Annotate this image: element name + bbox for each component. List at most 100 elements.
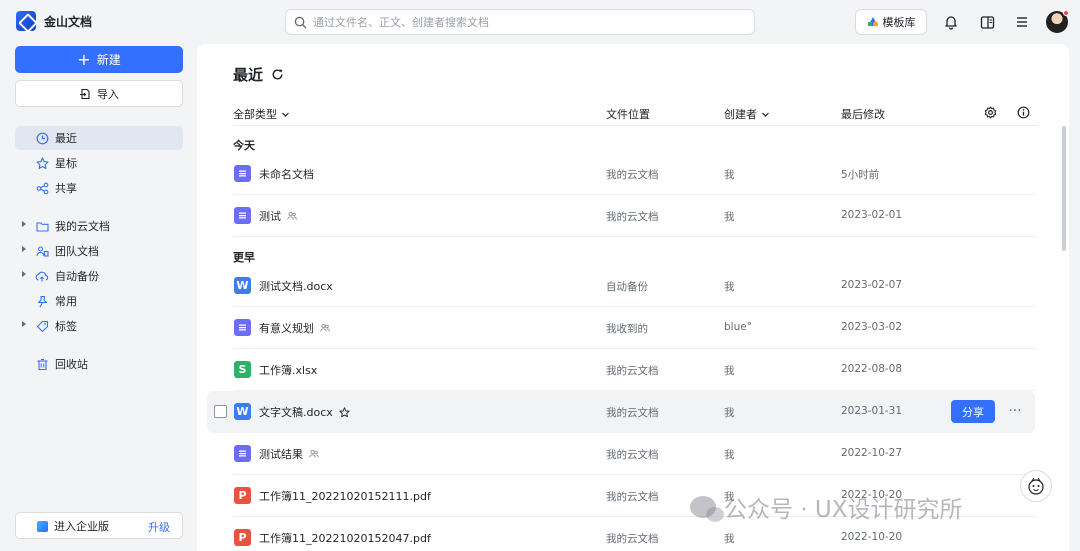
logo-mark-icon: [16, 11, 36, 31]
sidebar-item-label: 共享: [55, 182, 77, 195]
file-name[interactable]: 未命名文档: [259, 166, 314, 182]
star-icon: [35, 156, 49, 170]
template-library-button[interactable]: 模板库: [855, 9, 927, 35]
sidebar-item-label: 自动备份: [55, 270, 99, 283]
search-box[interactable]: [285, 9, 755, 35]
sidebar-item-shared[interactable]: 共享: [15, 176, 183, 200]
sheet-file-icon: S: [234, 361, 251, 378]
import-icon: [80, 88, 90, 99]
file-row[interactable]: S 工作簿.xlsx 我的云文档 我 2022-08-08: [207, 349, 1035, 391]
refresh-icon[interactable]: [271, 68, 284, 81]
cloud-backup-icon: [35, 269, 49, 283]
share-button[interactable]: 分享: [951, 400, 995, 423]
user-avatar[interactable]: [1046, 10, 1069, 33]
sidebar-item-trash[interactable]: 回收站: [15, 352, 183, 376]
file-location: 我的云文档: [606, 169, 659, 181]
file-row[interactable]: W 测试文档.docx 自动备份 我 2023-02-07: [207, 265, 1035, 307]
file-name-text: 未命名文档: [259, 168, 314, 181]
sidebar-item-team-docs[interactable]: 团队文档: [15, 239, 183, 263]
search-icon: [294, 16, 307, 28]
sidebar-item-starred[interactable]: 星标: [15, 151, 183, 175]
file-row[interactable]: ≡ 测试 我的云文档 我 2023-02-01: [207, 195, 1035, 237]
more-options-icon[interactable]: ···: [1005, 401, 1025, 421]
file-location: 我的云文档: [606, 491, 659, 503]
sidebar-item-my-cloud-docs[interactable]: 我的云文档: [15, 214, 183, 238]
file-location: 我的云文档: [606, 533, 659, 545]
file-name[interactable]: 文字文稿.docx: [259, 404, 350, 420]
file-name[interactable]: 工作簿11_20221020152111.pdf: [259, 488, 431, 504]
file-creator: 我: [724, 281, 735, 293]
settings-gear-icon[interactable]: [984, 106, 997, 119]
file-location: 我的云文档: [606, 211, 659, 223]
assistant-bot-button[interactable]: [1020, 470, 1052, 502]
sidebar-item-label: 我的云文档: [55, 220, 110, 233]
file-row[interactable]: ≡ 测试结果 我的云文档 我 2022-10-27: [207, 433, 1035, 475]
notification-dot: [1063, 10, 1069, 16]
app-logo[interactable]: 金山文档: [16, 11, 92, 31]
file-name[interactable]: 工作簿11_20221020152047.pdf: [259, 530, 431, 546]
clock-icon: [35, 131, 49, 145]
import-button-label: 导入: [97, 87, 119, 101]
expand-caret-icon[interactable]: [22, 321, 26, 327]
type-filter-dropdown[interactable]: 全部类型: [233, 106, 290, 122]
file-modified: 2023-01-31: [841, 405, 903, 417]
creator-filter-dropdown[interactable]: 创建者: [724, 106, 770, 122]
file-name[interactable]: 测试: [259, 208, 297, 224]
file-location: 我的云文档: [606, 449, 659, 461]
notification-bell-icon[interactable]: [941, 12, 961, 32]
file-name[interactable]: 工作簿.xlsx: [259, 362, 317, 378]
app-name: 金山文档: [44, 14, 93, 29]
file-row[interactable]: ≡ 有意义规划 我收到的 blue° 2023-03-02: [207, 307, 1035, 349]
expand-caret-icon[interactable]: [22, 271, 26, 277]
file-name[interactable]: 有意义规划: [259, 320, 330, 336]
pdf-file-icon: P: [234, 487, 251, 504]
file-name-text: 测试文档.docx: [259, 280, 333, 293]
file-name-text: 测试: [259, 210, 281, 223]
watermark: 公众号 · UX设计研究所: [690, 490, 963, 524]
sidebar-item-frequent[interactable]: 常用: [15, 289, 183, 313]
enterprise-entry[interactable]: 进入企业版 升级: [15, 512, 183, 539]
scrollbar[interactable]: [1062, 126, 1066, 251]
file-row[interactable]: W 文字文稿.docx 我的云文档 我 2023-01-31 分享 ···: [207, 391, 1035, 433]
upgrade-link[interactable]: 升级: [148, 519, 170, 535]
column-header-location: 文件位置: [606, 106, 650, 122]
collaborators-icon: [309, 449, 319, 458]
file-creator: 我: [724, 211, 735, 223]
search-input[interactable]: [313, 15, 733, 29]
file-modified: 2023-03-02: [841, 321, 903, 333]
file-creator: 我: [724, 407, 735, 419]
new-button[interactable]: + 新建: [15, 46, 183, 73]
layout-panel-icon[interactable]: [977, 12, 997, 32]
file-creator: 我: [724, 449, 735, 461]
page-title-text: 最近: [233, 66, 264, 84]
sidebar-item-label: 团队文档: [55, 245, 99, 258]
file-modified: 2022-10-27: [841, 447, 903, 459]
file-modified: 2023-02-01: [841, 209, 903, 221]
info-icon[interactable]: [1017, 106, 1030, 119]
file-name-text: 测试结果: [259, 448, 303, 461]
plus-icon: +: [77, 49, 91, 69]
collaborators-icon: [287, 211, 297, 220]
expand-caret-icon[interactable]: [22, 246, 26, 252]
file-row[interactable]: ≡ 未命名文档 我的云文档 我 5小时前: [207, 153, 1035, 195]
expand-caret-icon[interactable]: [22, 221, 26, 227]
file-name[interactable]: 测试结果: [259, 446, 319, 462]
sidebar-item-tags[interactable]: 标签: [15, 314, 183, 338]
sidebar-item-recent[interactable]: 最近: [15, 126, 183, 150]
star-icon[interactable]: [339, 406, 350, 418]
menu-icon[interactable]: [1012, 12, 1032, 32]
sidebar-item-auto-backup[interactable]: 自动备份: [15, 264, 183, 288]
folder-icon: [35, 219, 49, 233]
doc-file-icon: ≡: [234, 445, 251, 462]
file-name-text: 工作簿.xlsx: [259, 364, 318, 377]
file-name[interactable]: 测试文档.docx: [259, 278, 333, 294]
file-modified: 2022-08-08: [841, 363, 903, 375]
import-button[interactable]: 导入: [15, 80, 183, 107]
file-modified: 2023-02-07: [841, 279, 903, 291]
sidebar-item-label: 星标: [55, 157, 77, 170]
column-header-modified: 最后修改: [841, 106, 885, 122]
chevron-down-icon: [762, 112, 769, 117]
team-icon: [35, 244, 49, 258]
sidebar-item-label: 常用: [55, 295, 77, 308]
row-checkbox[interactable]: [214, 405, 227, 418]
